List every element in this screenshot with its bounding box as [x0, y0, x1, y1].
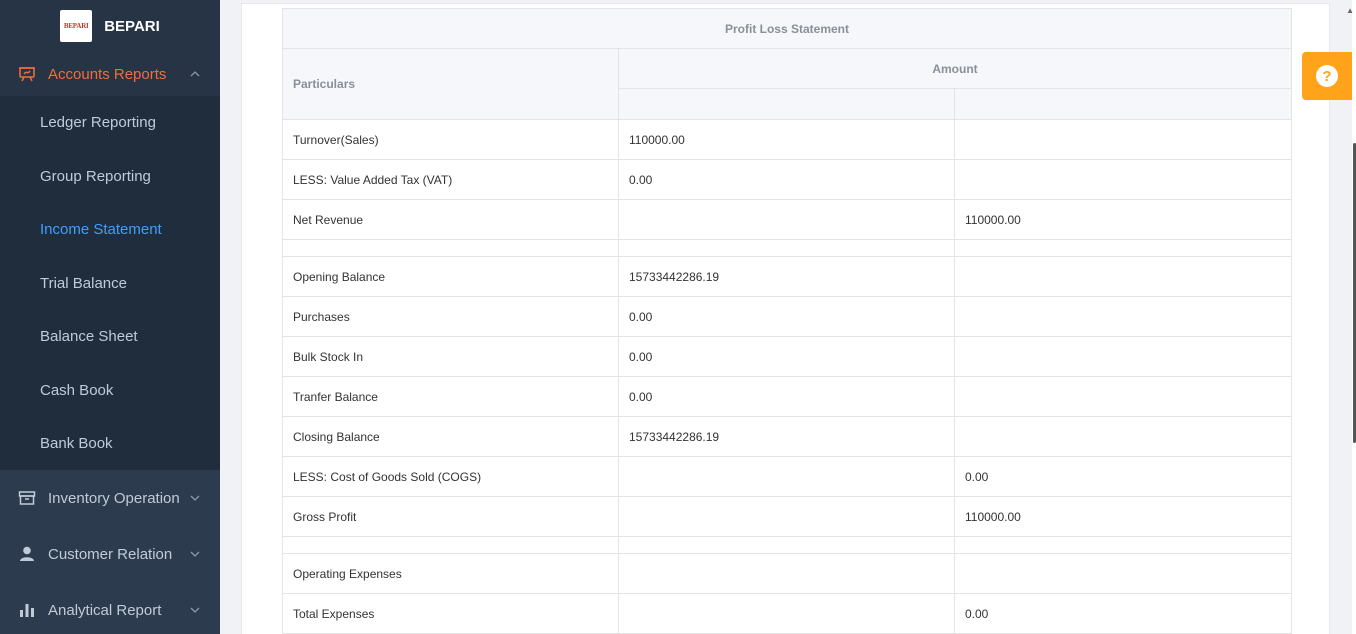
chevron-down-icon	[190, 607, 200, 613]
cell-amount-2: 110000.00	[953, 496, 1293, 537]
cell-amount-2: 110000.00	[953, 199, 1293, 240]
menu-analytical-report-label: Analytical Report	[48, 601, 162, 619]
cell-particular: Opening Balance	[282, 256, 619, 297]
cell-amount-1	[618, 239, 955, 257]
sidebar-item-bank-book[interactable]: Bank Book	[0, 417, 220, 471]
cell-particular: Gross Profit	[282, 496, 619, 537]
cell-amount-2	[953, 256, 1293, 297]
sidebar-lower-sections: Inventory Operation Customer Relation An…	[0, 470, 220, 634]
table-row: Turnover(Sales) 110000.00	[282, 119, 1293, 160]
table-spacer-row	[282, 239, 1293, 257]
cell-amount-1: 0.00	[618, 336, 955, 377]
cell-amount-1: 15733442286.19	[618, 256, 955, 297]
cell-amount-1: 110000.00	[618, 119, 955, 160]
menu-analytical-report[interactable]: Analytical Report	[0, 582, 220, 634]
table-row: Tranfer Balance 0.00	[282, 376, 1293, 417]
menu-inventory-operation[interactable]: Inventory Operation	[0, 470, 220, 526]
column-header-particulars: Particulars	[282, 48, 619, 120]
brand-name: BEPARI	[104, 17, 160, 35]
menu-accounts-reports-label: Accounts Reports	[48, 65, 167, 83]
cell-amount-2: 0.00	[953, 456, 1293, 497]
cell-amount-1	[618, 456, 955, 497]
cell-amount-1: 0.00	[618, 159, 955, 200]
presentation-board-icon	[18, 65, 36, 83]
cell-amount-2	[953, 296, 1293, 337]
table-row: Gross Profit 110000.00	[282, 496, 1293, 537]
table-row: Opening Balance 15733442286.19	[282, 256, 1293, 297]
cell-particular	[282, 239, 619, 257]
cell-particular: LESS: Cost of Goods Sold (COGS)	[282, 456, 619, 497]
cell-particular: Purchases	[282, 296, 619, 337]
menu-accounts-reports[interactable]: Accounts Reports	[0, 52, 220, 96]
profit-loss-table: Profit Loss Statement Particulars Amount…	[281, 8, 1293, 634]
sidebar-item-income-statement[interactable]: Income Statement	[0, 203, 220, 257]
cell-amount-2	[953, 376, 1293, 417]
help-button[interactable]: ?	[1302, 52, 1352, 100]
cell-amount-1: 0.00	[618, 296, 955, 337]
cell-amount-2	[953, 159, 1293, 200]
cell-particular: Closing Balance	[282, 416, 619, 457]
cell-amount-1	[618, 496, 955, 537]
sidebar-item-group-reporting[interactable]: Group Reporting	[0, 150, 220, 204]
cell-amount-1: 0.00	[618, 376, 955, 417]
table-row: LESS: Value Added Tax (VAT) 0.00	[282, 159, 1293, 200]
table-row: Operating Expenses	[282, 553, 1293, 594]
chevron-down-icon	[190, 551, 200, 557]
table-row: Bulk Stock In 0.00	[282, 336, 1293, 377]
table-row: Purchases 0.00	[282, 296, 1293, 337]
cell-amount-2	[953, 336, 1293, 377]
cell-particular: Turnover(Sales)	[282, 119, 619, 160]
cell-amount-1	[618, 199, 955, 240]
column-header-amount-sub-1	[618, 88, 955, 120]
cell-amount-2	[953, 239, 1293, 257]
menu-customer-relation-label: Customer Relation	[48, 545, 173, 563]
cell-amount-2	[953, 553, 1293, 594]
report-card: Profit Loss Statement Particulars Amount…	[241, 3, 1330, 634]
cell-amount-2: 0.00	[953, 593, 1293, 634]
cell-amount-1: 15733442286.19	[618, 416, 955, 457]
brand-logo-text: BEPARI	[63, 22, 89, 30]
column-header-amount-sub-2	[953, 88, 1293, 120]
cell-amount-1	[618, 593, 955, 634]
user-icon	[18, 545, 36, 563]
column-header-amount: Amount	[617, 48, 1293, 89]
cell-particular: Bulk Stock In	[282, 336, 619, 377]
menu-inventory-operation-label: Inventory Operation	[48, 489, 180, 507]
chevron-down-icon	[190, 495, 200, 501]
table-row: Closing Balance 15733442286.19	[282, 416, 1293, 457]
table-spacer-row	[282, 536, 1293, 554]
table-title: Profit Loss Statement	[281, 8, 1293, 49]
sidebar-item-ledger-reporting[interactable]: Ledger Reporting	[0, 96, 220, 150]
cell-amount-1	[618, 553, 955, 594]
table-row: LESS: Cost of Goods Sold (COGS) 0.00	[282, 456, 1293, 497]
table-row: Net Revenue 110000.00	[282, 199, 1293, 240]
chevron-up-icon	[190, 71, 200, 77]
menu-customer-relation[interactable]: Customer Relation	[0, 526, 220, 582]
brand-header[interactable]: BEPARI BEPARI	[0, 0, 220, 52]
cell-particular	[282, 536, 619, 554]
cell-amount-2	[953, 536, 1293, 554]
cell-amount-2	[953, 119, 1293, 160]
scroll-up-arrow-icon[interactable]: ▲	[1346, 6, 1354, 15]
sidebar-item-balance-sheet[interactable]: Balance Sheet	[0, 310, 220, 364]
accounts-reports-submenu: Ledger Reporting Group Reporting Income …	[0, 96, 220, 471]
cell-particular: LESS: Value Added Tax (VAT)	[282, 159, 619, 200]
bar-chart-icon	[18, 601, 36, 619]
cell-particular: Operating Expenses	[282, 553, 619, 594]
brand-logo: BEPARI	[60, 10, 93, 42]
cell-particular: Total Expenses	[282, 593, 619, 634]
table-row: Total Expenses 0.00	[282, 593, 1293, 634]
cell-amount-1	[618, 536, 955, 554]
cell-amount-2	[953, 416, 1293, 457]
sidebar-item-cash-book[interactable]: Cash Book	[0, 364, 220, 418]
sidebar: BEPARI BEPARI Accounts Reports Ledger Re…	[0, 0, 220, 634]
archive-box-icon	[18, 489, 36, 507]
question-circle-icon: ?	[1316, 65, 1338, 87]
cell-particular: Net Revenue	[282, 199, 619, 240]
table-body: Turnover(Sales) 110000.00 LESS: Value Adde…	[282, 119, 1293, 634]
sidebar-item-trial-balance[interactable]: Trial Balance	[0, 257, 220, 311]
cell-particular: Tranfer Balance	[282, 376, 619, 417]
